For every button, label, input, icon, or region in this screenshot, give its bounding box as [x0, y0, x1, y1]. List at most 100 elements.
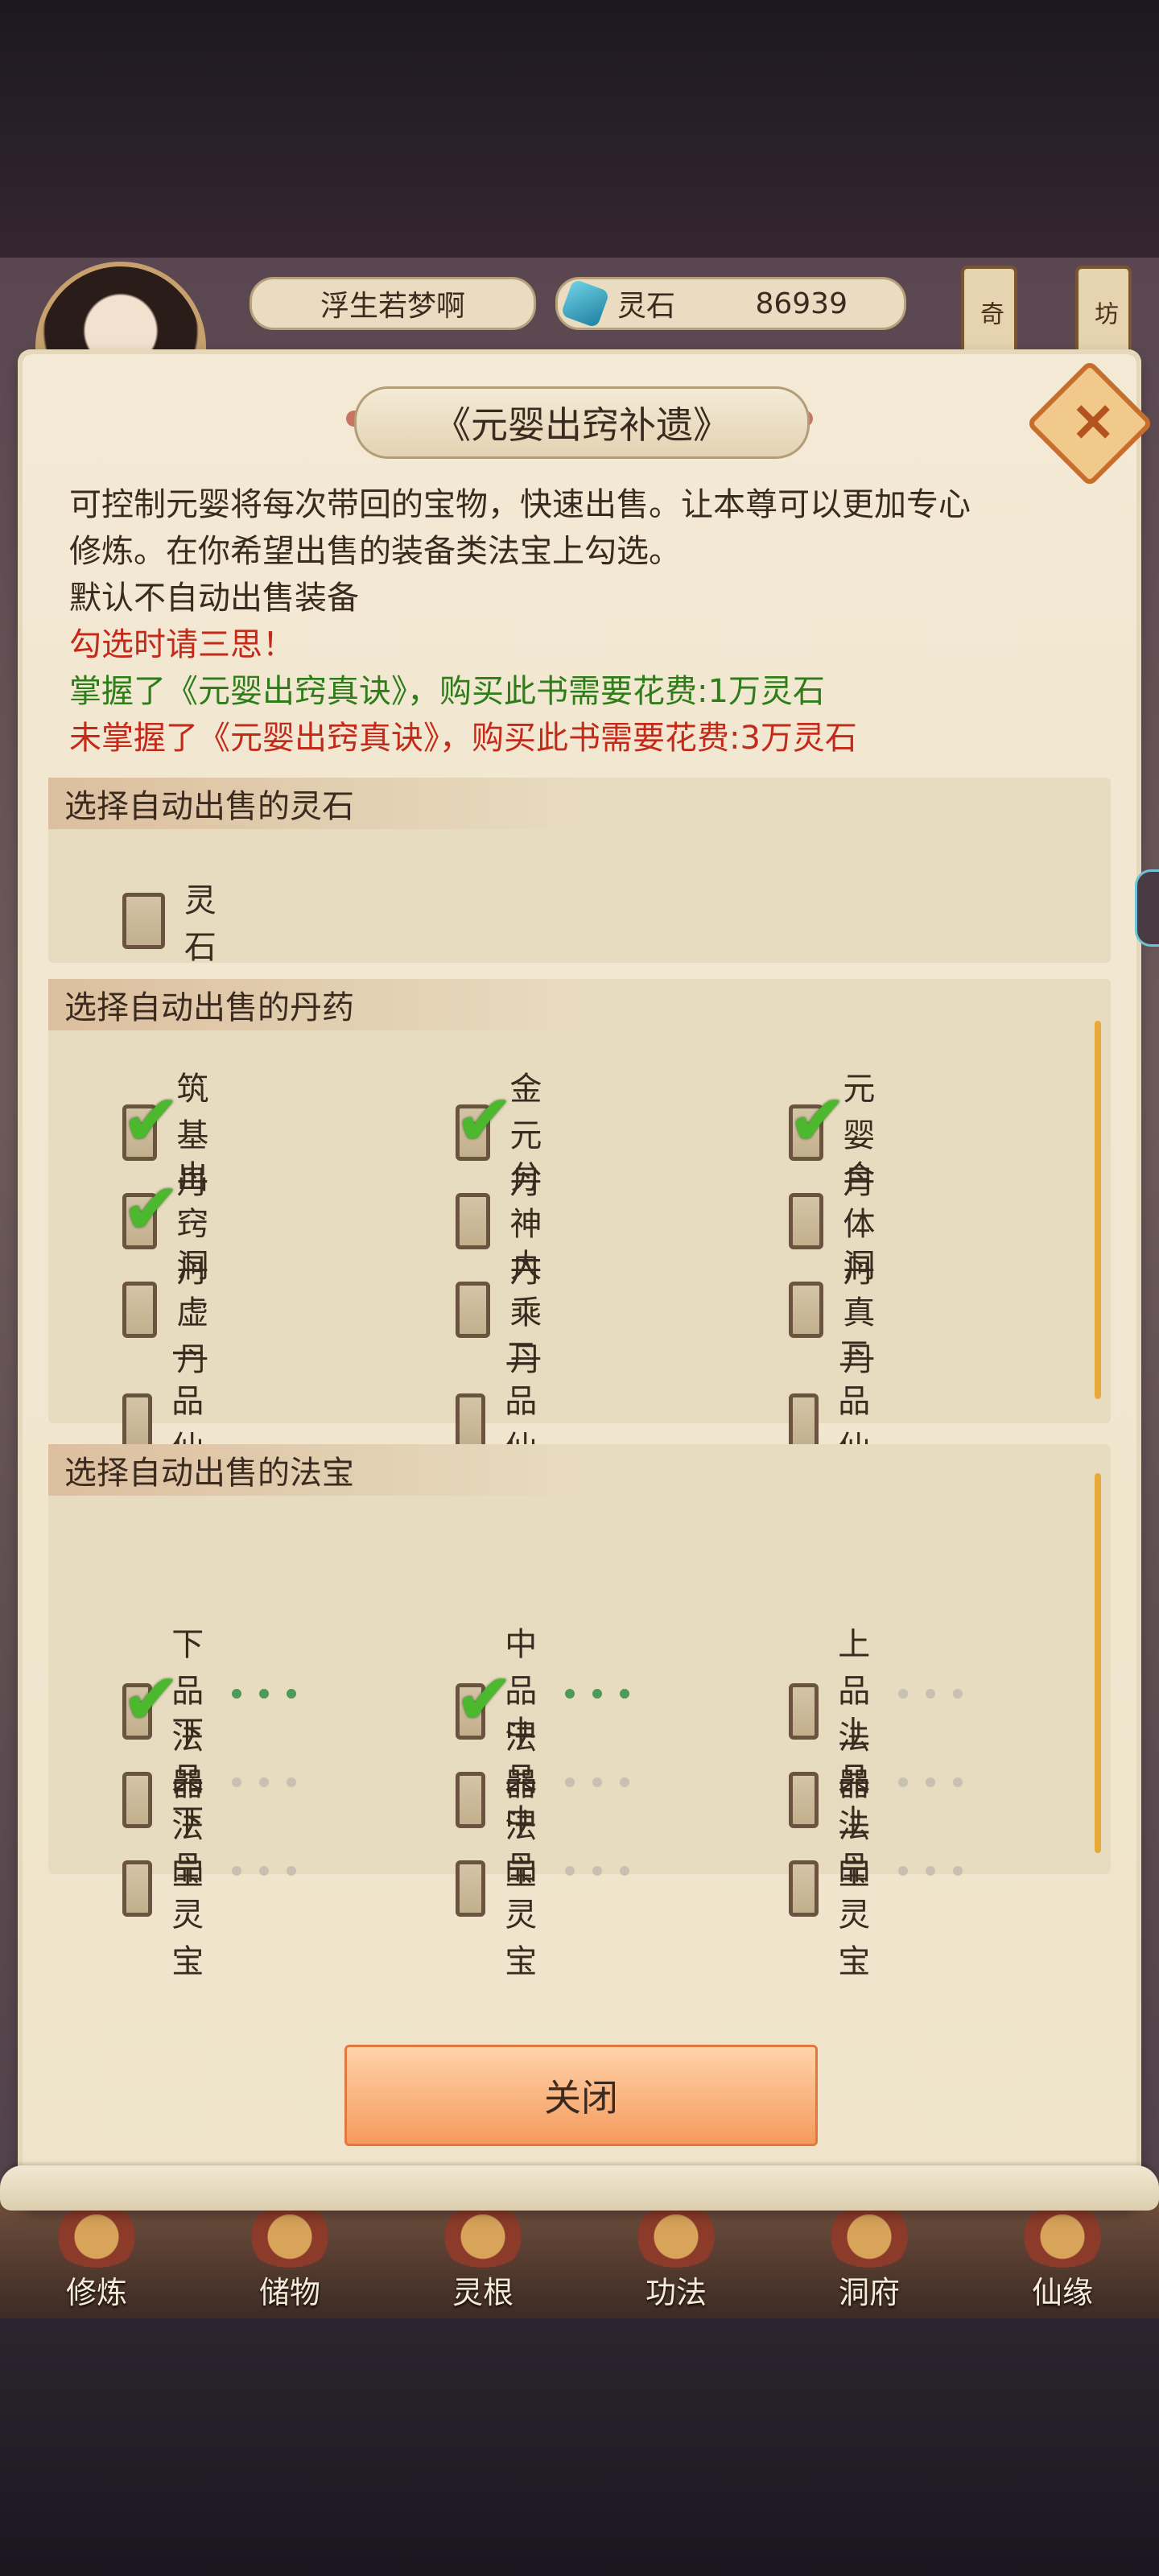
quality-dots [565, 1777, 629, 1787]
nav-label: 仙缘 [1031, 2275, 1093, 2310]
checkbox[interactable] [122, 1393, 153, 1450]
desc-line: 修炼。在你希望出售的装备类法宝上勾选。 [69, 533, 681, 570]
quality-dot [898, 1777, 908, 1787]
nav-label: 修炼 [65, 2275, 127, 2310]
quality-dots [898, 1866, 963, 1876]
section-header: 选择自动出售的灵石 [48, 778, 596, 829]
quality-dot [953, 1689, 963, 1699]
checkmark-icon: ✔ [455, 1079, 514, 1162]
quality-dot [592, 1689, 602, 1699]
stone-section: 选择自动出售的灵石 灵石 [48, 778, 1111, 966]
spirit-stone-label: 灵石 [617, 290, 676, 323]
treasure-option[interactable]: 下品灵宝 [122, 1795, 296, 1982]
cost-unknown-text: 未掌握了《元婴出窍真诀》，购买此书需要花费:3万灵石 [69, 720, 857, 757]
scroll-roller [0, 2165, 1159, 2211]
nav-label: 灵根 [452, 2275, 514, 2310]
quality-dot [259, 1777, 269, 1787]
quality-dots [898, 1777, 963, 1787]
quality-dot [259, 1689, 269, 1699]
treasure-scrollbar[interactable] [1095, 1473, 1101, 1853]
quality-dot [259, 1866, 269, 1876]
quality-dot [926, 1689, 935, 1699]
storage-icon [245, 2206, 334, 2268]
checkmark-icon: ✔ [122, 1167, 181, 1250]
quality-dot [232, 1777, 241, 1787]
side-tab-qi[interactable]: 奇 [961, 266, 1017, 361]
nav-cultivate[interactable]: 修炼 [16, 2206, 177, 2318]
quality-dot [953, 1866, 963, 1876]
side-handle[interactable] [1135, 869, 1159, 947]
nav-label: 功法 [645, 2275, 707, 2310]
quality-dot [565, 1866, 575, 1876]
bottom-nav: 修炼 储物 灵根 功法 洞府 仙缘 [0, 2202, 1159, 2318]
quality-dots [232, 1689, 296, 1699]
cost-known-text: 掌握了《元婴出窍真诀》，购买此书需要花费:1万灵石 [69, 673, 825, 710]
nav-label: 储物 [258, 2275, 320, 2310]
quality-dot [620, 1866, 629, 1876]
quality-dot [232, 1689, 241, 1699]
fate-icon [1018, 2206, 1107, 2268]
stone-option[interactable]: 灵石 [122, 874, 230, 968]
quality-dot [953, 1777, 963, 1787]
warning-text: 勾选时请三思！ [69, 626, 295, 663]
quality-dot [898, 1689, 908, 1699]
quality-dot [898, 1866, 908, 1876]
nav-storage[interactable]: 储物 [209, 2206, 370, 2318]
checkmark-icon: ✔ [788, 1079, 848, 1162]
desc-default: 默认不自动出售装备 [69, 580, 359, 617]
spirit-root-icon [439, 2206, 527, 2268]
checkbox[interactable] [789, 1860, 819, 1917]
section-header: 选择自动出售的丹药 [48, 979, 596, 1030]
side-tab-fang[interactable]: 坊 [1075, 266, 1132, 361]
skills-icon [632, 2206, 720, 2268]
checkbox[interactable] [456, 1393, 486, 1450]
bottom-background [0, 2318, 1159, 2576]
option-label: 灵石 [184, 882, 217, 966]
nav-fate[interactable]: 仙缘 [982, 2206, 1143, 2318]
cave-icon [825, 2206, 914, 2268]
spirit-stone-value: 86939 [755, 287, 848, 320]
description: 可控制元婴将每次带回的宝物，快速出售。让本尊可以更加专心 修炼。在你希望出售的装… [69, 481, 1107, 762]
desc-line: 可控制元婴将每次带回的宝物，快速出售。让本尊可以更加专心 [69, 486, 971, 523]
option-label: 下品灵宝 [171, 1803, 204, 1980]
section-header: 选择自动出售的法宝 [48, 1444, 596, 1496]
pill-scrollbar[interactable] [1095, 1021, 1101, 1399]
quality-dot [592, 1777, 602, 1787]
spirit-stone-icon [560, 279, 610, 328]
pill-section: 选择自动出售的丹药 ✔ 筑基丹 ✔ 金元丹 ✔ 元婴丹 ✔ 出窍丹 分神丹 合体丹 洞虚丹 大乘丹 洞真… [48, 979, 1111, 1513]
quality-dots [565, 1866, 629, 1876]
quality-dot [232, 1866, 241, 1876]
cultivate-icon [52, 2206, 141, 2268]
quality-dot [620, 1689, 629, 1699]
quality-dot [287, 1866, 296, 1876]
quality-dot [565, 1689, 575, 1699]
checkbox[interactable] [122, 1860, 153, 1917]
close-glyph: × [1069, 386, 1117, 453]
treasure-option[interactable]: 中品灵宝 [456, 1795, 629, 1982]
quality-dot [620, 1777, 629, 1787]
option-label: 上品灵宝 [838, 1803, 871, 1980]
treasure-option[interactable]: 上品灵宝 [789, 1795, 963, 1982]
checkmark-icon: ✔ [122, 1079, 181, 1162]
quality-dot [926, 1777, 935, 1787]
checkbox[interactable] [456, 1860, 486, 1917]
nav-spirit-root[interactable]: 灵根 [402, 2206, 563, 2318]
top-background [0, 0, 1159, 258]
nav-cave[interactable]: 洞府 [789, 2206, 950, 2318]
quality-dots [565, 1689, 629, 1699]
quality-dot [287, 1689, 296, 1699]
close-button[interactable]: 关闭 [344, 2045, 818, 2146]
checkbox[interactable] [122, 893, 165, 949]
checkbox[interactable] [789, 1393, 819, 1450]
spirit-stone-display: 灵石 86939 [555, 277, 906, 330]
quality-dot [926, 1866, 935, 1876]
quality-dots [898, 1689, 963, 1699]
option-label: 中品灵宝 [505, 1803, 538, 1980]
nav-label: 洞府 [838, 2275, 900, 2310]
nav-skills[interactable]: 功法 [596, 2206, 757, 2318]
quality-dot [592, 1866, 602, 1876]
dialog-title: 《元婴出窍补遗》 [354, 386, 810, 459]
quality-dots [232, 1866, 296, 1876]
treasure-section: 选择自动出售的法宝 ✔ 下品法器 ✔ 中品法器 上品法器 下品法宝 中品法宝 上品法宝 下品灵宝… [48, 1444, 1111, 1980]
player-name: 浮生若梦啊 [250, 277, 536, 330]
